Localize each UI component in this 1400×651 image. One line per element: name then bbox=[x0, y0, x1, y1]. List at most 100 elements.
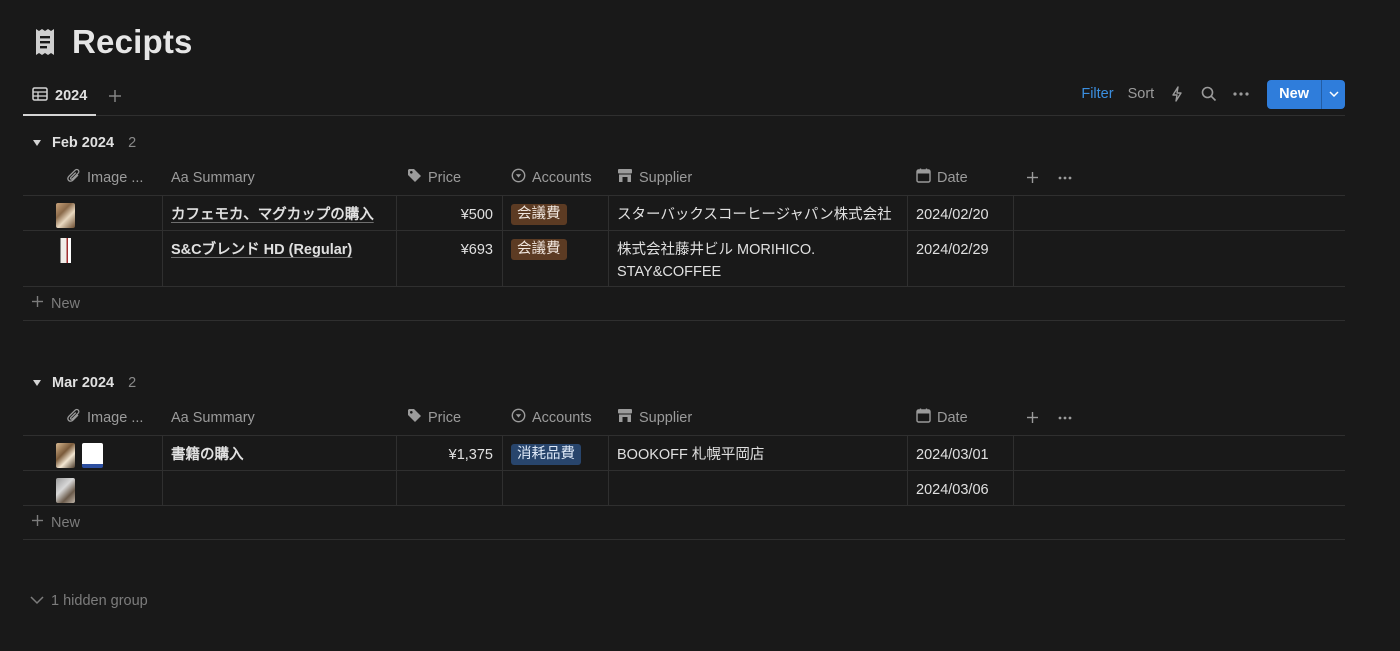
receipt-icon[interactable] bbox=[32, 26, 58, 58]
supplier-cell[interactable] bbox=[609, 471, 908, 505]
triangle-down-icon[interactable] bbox=[23, 379, 51, 387]
add-view-icon[interactable] bbox=[105, 86, 125, 106]
table-row[interactable]: 2024/03/06 bbox=[23, 471, 1345, 506]
group-name: Feb 2024 bbox=[52, 135, 115, 151]
supplier-cell[interactable]: BOOKOFF 札幌平岡店 bbox=[609, 436, 908, 470]
summary-cell[interactable]: カフェモカ、マグカップの購入 bbox=[163, 196, 397, 230]
column-label: Date bbox=[937, 169, 968, 186]
summary-cell[interactable]: 書籍の購入 bbox=[163, 436, 397, 470]
column-more-icon[interactable] bbox=[1050, 160, 1080, 195]
add-row-label: New bbox=[51, 295, 81, 312]
page-title[interactable]: Recipts bbox=[72, 23, 193, 61]
image-cell[interactable] bbox=[23, 436, 163, 470]
triangle-down-icon[interactable] bbox=[23, 139, 51, 147]
receipt-thumbnail[interactable] bbox=[56, 203, 75, 228]
column-label: Aa Summary bbox=[171, 409, 255, 426]
summary-text[interactable]: カフェモカ、マグカップの購入 bbox=[171, 207, 374, 223]
calendar-icon bbox=[916, 168, 931, 187]
accounts-cell[interactable]: 消耗品費 bbox=[503, 436, 609, 470]
supplier-cell[interactable]: 株式会社藤井ビル MORIHICO. STAY&COFFEE bbox=[609, 231, 908, 286]
column-supplier[interactable]: Supplier bbox=[609, 400, 908, 435]
group-mar-2024: Mar 2024 2 Image ... Aa Summary Price Ac… bbox=[23, 371, 1345, 541]
receipt-thumbnail[interactable] bbox=[56, 478, 75, 503]
sort-button[interactable]: Sort bbox=[1121, 86, 1162, 102]
chevron-down-icon[interactable] bbox=[1321, 79, 1345, 109]
accounts-cell[interactable]: 会議費 bbox=[503, 231, 609, 286]
add-row-button[interactable]: New bbox=[23, 506, 1345, 540]
column-label: Supplier bbox=[639, 169, 693, 186]
table-row[interactable]: S&Cブレンド HD (Regular) ¥693 会議費 株式会社藤井ビル M… bbox=[23, 231, 1345, 287]
accounts-cell[interactable] bbox=[503, 471, 609, 505]
book-thumbnail[interactable] bbox=[82, 443, 103, 468]
column-accounts[interactable]: Accounts bbox=[503, 400, 609, 435]
price-cell[interactable] bbox=[397, 471, 503, 505]
date-cell[interactable]: 2024/02/20 bbox=[908, 196, 1014, 230]
add-row-button[interactable]: New bbox=[23, 287, 1345, 321]
receipt-thumbnail[interactable] bbox=[56, 238, 75, 263]
database-page: Recipts 2024 Filter Sort New Feb 2024 2 … bbox=[0, 0, 1400, 651]
select-icon bbox=[511, 168, 526, 187]
table-row[interactable]: カフェモカ、マグカップの購入 ¥500 会議費 スターバックスコーヒージャパン株… bbox=[23, 196, 1345, 231]
new-button-label[interactable]: New bbox=[1267, 80, 1321, 109]
column-price[interactable]: Price bbox=[397, 160, 503, 195]
summary-text[interactable]: S&Cブレンド HD (Regular) bbox=[171, 242, 352, 258]
column-header-row: Image ... Aa Summary Price Accounts Supp… bbox=[23, 400, 1345, 436]
store-icon bbox=[617, 168, 633, 187]
summary-text[interactable]: 書籍の購入 bbox=[171, 447, 244, 463]
column-supplier[interactable]: Supplier bbox=[609, 160, 908, 195]
column-header-row: Image ... Aa Summary Price Accounts Supp… bbox=[23, 160, 1345, 196]
more-options-icon[interactable] bbox=[1225, 79, 1257, 109]
table-row[interactable]: 書籍の購入 ¥1,375 消耗品費 BOOKOFF 札幌平岡店 2024/03/… bbox=[23, 436, 1345, 471]
store-icon bbox=[617, 408, 633, 427]
column-date[interactable]: Date bbox=[908, 160, 1014, 195]
group-header[interactable]: Mar 2024 2 bbox=[23, 371, 136, 395]
price-cell[interactable]: ¥500 bbox=[397, 196, 503, 230]
add-column-icon[interactable] bbox=[1014, 400, 1050, 435]
column-label: Image ... bbox=[87, 409, 144, 426]
hidden-groups-toggle[interactable]: 1 hidden group bbox=[30, 590, 148, 612]
search-icon[interactable] bbox=[1193, 79, 1225, 109]
price-cell[interactable]: ¥1,375 bbox=[397, 436, 503, 470]
group-name: Mar 2024 bbox=[52, 375, 115, 391]
image-cell[interactable] bbox=[23, 196, 163, 230]
summary-cell[interactable]: S&Cブレンド HD (Regular) bbox=[163, 231, 397, 286]
group-header[interactable]: Feb 2024 2 bbox=[23, 131, 136, 155]
column-price[interactable]: Price bbox=[397, 400, 503, 435]
image-cell[interactable] bbox=[23, 471, 163, 505]
date-cell[interactable]: 2024/03/06 bbox=[908, 471, 1014, 505]
column-image[interactable]: Image ... bbox=[23, 400, 163, 435]
column-summary[interactable]: Aa Summary bbox=[163, 160, 397, 195]
automation-icon[interactable] bbox=[1161, 79, 1193, 109]
column-more-icon[interactable] bbox=[1050, 400, 1080, 435]
column-image[interactable]: Image ... bbox=[23, 160, 163, 195]
date-cell[interactable]: 2024/03/01 bbox=[908, 436, 1014, 470]
column-date[interactable]: Date bbox=[908, 400, 1014, 435]
filter-button[interactable]: Filter bbox=[1074, 86, 1120, 102]
column-label: Aa Summary bbox=[171, 169, 255, 186]
receipt-thumbnail[interactable] bbox=[56, 443, 75, 468]
image-cell[interactable] bbox=[23, 231, 163, 286]
chevron-down-icon bbox=[30, 593, 44, 609]
tab-2024[interactable]: 2024 bbox=[23, 78, 97, 116]
summary-cell[interactable] bbox=[163, 471, 397, 505]
column-label: Price bbox=[428, 169, 462, 186]
column-label: Image ... bbox=[87, 169, 144, 186]
column-summary[interactable]: Aa Summary bbox=[163, 400, 397, 435]
column-accounts[interactable]: Accounts bbox=[503, 160, 609, 195]
column-label: Supplier bbox=[639, 409, 693, 426]
date-cell[interactable]: 2024/02/29 bbox=[908, 231, 1014, 286]
table-icon bbox=[32, 86, 48, 106]
add-column-icon[interactable] bbox=[1014, 160, 1050, 195]
calendar-icon bbox=[916, 408, 931, 427]
plus-icon bbox=[31, 295, 44, 312]
paperclip-icon bbox=[67, 168, 81, 188]
column-label: Date bbox=[937, 409, 968, 426]
new-button[interactable]: New bbox=[1267, 79, 1345, 109]
tag-icon bbox=[407, 168, 422, 187]
accounts-cell[interactable]: 会議費 bbox=[503, 196, 609, 230]
page-header: Recipts bbox=[32, 22, 193, 62]
account-tag: 消耗品費 bbox=[511, 444, 581, 465]
paperclip-icon bbox=[67, 408, 81, 428]
supplier-cell[interactable]: スターバックスコーヒージャパン株式会社 bbox=[609, 196, 908, 230]
price-cell[interactable]: ¥693 bbox=[397, 231, 503, 286]
